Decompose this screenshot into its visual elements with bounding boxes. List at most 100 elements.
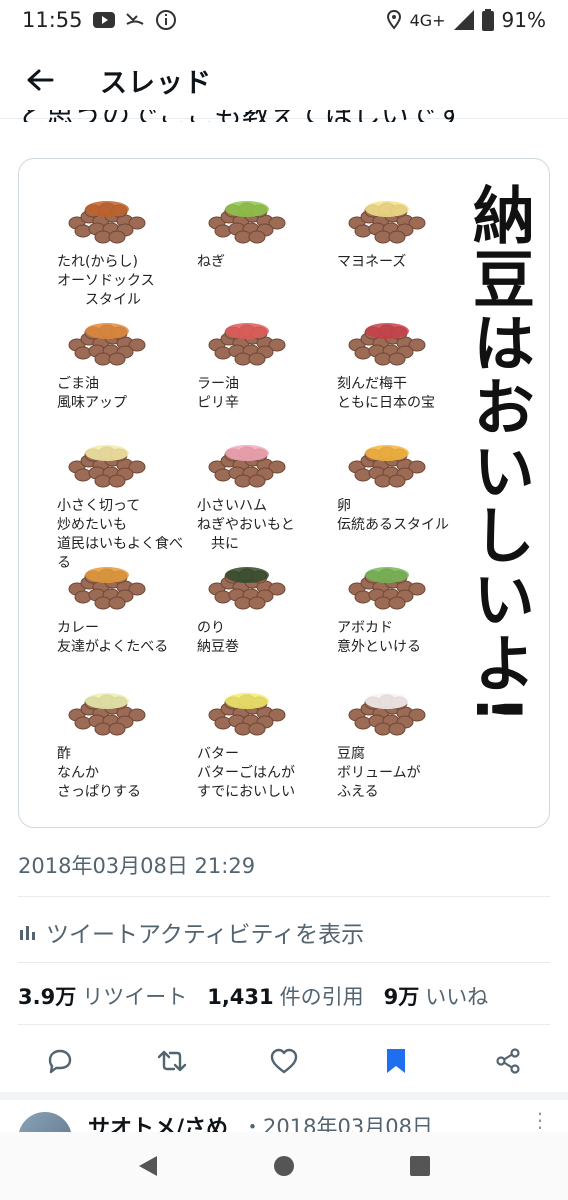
- app-header: スレッド: [0, 48, 568, 112]
- bar-chart-icon: [18, 922, 38, 942]
- natto-caption: 豆腐 ボリュームが ふえる: [337, 746, 421, 800]
- bookmark-icon: [387, 1049, 405, 1073]
- system-nav-bar: [0, 1132, 568, 1200]
- natto-caption: カレー 友達がよくたべる: [57, 620, 169, 655]
- natto-bowl-icon: [348, 323, 426, 366]
- divider: [18, 1024, 550, 1025]
- natto-caption: 卵 伝統あるスタイル: [337, 498, 449, 533]
- retweet-button[interactable]: [152, 1041, 192, 1081]
- natto-bowl-icon: [208, 693, 286, 736]
- retweet-icon: [157, 1050, 187, 1072]
- youtube-icon: [92, 12, 115, 28]
- square-recents-icon: [410, 1156, 430, 1176]
- natto-item: 酢 なんか さっぱりする: [49, 675, 189, 800]
- nav-recents-button[interactable]: [398, 1144, 442, 1188]
- heart-icon: [270, 1048, 298, 1074]
- natto-caption: バター バターごはんが すでにおいしい: [197, 746, 296, 800]
- battery-icon: [481, 9, 494, 31]
- natto-bowl-icon: [208, 567, 286, 610]
- natto-item: カレー 友達がよくたべる: [49, 549, 189, 674]
- natto-caption: 刻んだ梅干 ともに日本の宝: [337, 376, 435, 411]
- page-title: スレッド: [100, 67, 212, 99]
- like-button[interactable]: [264, 1041, 304, 1081]
- natto-item: 小さいハム ねぎやおいもと 共に: [189, 427, 329, 552]
- natto-caption: のり 納豆巻: [197, 620, 239, 655]
- natto-bowl-icon: [68, 323, 146, 366]
- status-bar: 11:55 4G+ 91%: [0, 0, 568, 40]
- divider: [18, 962, 550, 963]
- section-divider: [0, 1092, 568, 1100]
- natto-caption: 小さいハム ねぎやおいもと 共に: [197, 498, 295, 552]
- tweet-image[interactable]: たれ(からし) オーソドックス スタイル ねぎ マヨネーズごま油 風味アップ ラー油 …: [18, 158, 550, 828]
- tweet-stats: 3.9万 リツイート 1,431 件の引用 9万 いいね: [18, 976, 508, 1016]
- location-icon: [386, 10, 402, 30]
- share-button[interactable]: [488, 1041, 528, 1081]
- natto-bowl-icon: [208, 445, 286, 488]
- natto-item: 豆腐 ボリュームが ふえる: [329, 675, 469, 800]
- quote-count-label: 件の引用: [279, 985, 364, 1009]
- divider: [18, 896, 550, 897]
- nav-back-button[interactable]: [126, 1144, 170, 1188]
- natto-item: 刻んだ梅干 ともに日本の宝: [329, 305, 469, 430]
- natto-bowl-icon: [68, 567, 146, 610]
- signal-icon: [453, 10, 474, 30]
- tweet-actions: [18, 1036, 550, 1086]
- natto-item: マヨネーズ: [329, 183, 469, 308]
- retweet-count-number: 3.9万: [18, 985, 77, 1009]
- natto-bowl-icon: [348, 567, 426, 610]
- natto-caption: ごま油 風味アップ: [57, 376, 127, 411]
- natto-bowl-icon: [208, 201, 286, 244]
- nav-home-button[interactable]: [262, 1144, 306, 1188]
- back-button[interactable]: [10, 50, 70, 110]
- natto-item: バター バターごはんが すでにおいしい: [189, 675, 329, 800]
- natto-caption: ラー油 ピリ辛: [197, 376, 239, 411]
- natto-bowl-icon: [68, 693, 146, 736]
- natto-item: ねぎ: [189, 183, 329, 308]
- natto-item: ラー油 ピリ辛: [189, 305, 329, 430]
- like-count-number: 9万: [383, 985, 420, 1009]
- quote-count[interactable]: 1,431 件の引用: [207, 981, 363, 1011]
- natto-bowl-icon: [68, 445, 146, 488]
- retweet-count-label: リツイート: [82, 985, 188, 1009]
- natto-item: ごま油 風味アップ: [49, 305, 189, 430]
- activity-label: ツイートアクティビティを表示: [46, 922, 365, 948]
- natto-item: 小さく切って 炒めたいも 道民はいもよく食べる: [49, 427, 189, 571]
- natto-item: 卵 伝統あるスタイル: [329, 427, 469, 552]
- tweet-timestamp: 2018年03月08日 21:29: [18, 854, 256, 878]
- back-arrow-icon: [27, 69, 54, 91]
- natto-bowl-icon: [68, 201, 146, 244]
- natto-bowl-icon: [348, 445, 426, 488]
- reply-button[interactable]: [40, 1041, 80, 1081]
- natto-item: アボカド 意外といける: [329, 549, 469, 674]
- natto-bowl-icon: [348, 693, 426, 736]
- natto-item: たれ(からし) オーソドックス スタイル: [49, 183, 189, 308]
- natto-caption: アボカド 意外といける: [337, 620, 421, 655]
- info-icon: [155, 9, 177, 31]
- triangle-back-icon: [139, 1156, 157, 1176]
- natto-bowl-icon: [208, 323, 286, 366]
- network-label: 4G+: [409, 10, 446, 30]
- natto-item: のり 納豆巻: [189, 549, 329, 674]
- natto-caption: 酢 なんか さっぱりする: [57, 746, 141, 800]
- natto-caption: マヨネーズ: [337, 254, 407, 270]
- retweet-count[interactable]: 3.9万 リツイート: [18, 981, 187, 1011]
- natto-bowl-icon: [348, 201, 426, 244]
- natto-caption: ねぎ: [197, 254, 225, 270]
- battery-percent: 91%: [501, 8, 546, 32]
- tweet-activity-link[interactable]: ツイートアクティビティを表示: [18, 912, 364, 952]
- more-options-icon[interactable]: ⋮: [530, 1108, 550, 1132]
- share-icon: [496, 1048, 520, 1074]
- status-time: 11:55: [22, 8, 83, 32]
- bookmark-button[interactable]: [376, 1041, 416, 1081]
- quote-count-number: 1,431: [207, 985, 274, 1009]
- image-title: 納豆はおいしいよ!: [462, 183, 535, 726]
- status-right: 4G+ 91%: [386, 8, 546, 32]
- natto-topping-grid: たれ(からし) オーソドックス スタイル ねぎ マヨネーズごま油 風味アップ ラー油 …: [29, 165, 454, 825]
- like-count-label: いいね: [425, 985, 489, 1009]
- circle-home-icon: [274, 1156, 294, 1176]
- status-left: 11:55: [22, 8, 177, 32]
- natto-caption: たれ(からし) オーソドックス スタイル: [57, 254, 155, 308]
- like-count[interactable]: 9万 いいね: [384, 981, 489, 1011]
- missed-call-icon: [125, 11, 145, 29]
- reply-icon: [48, 1049, 72, 1074]
